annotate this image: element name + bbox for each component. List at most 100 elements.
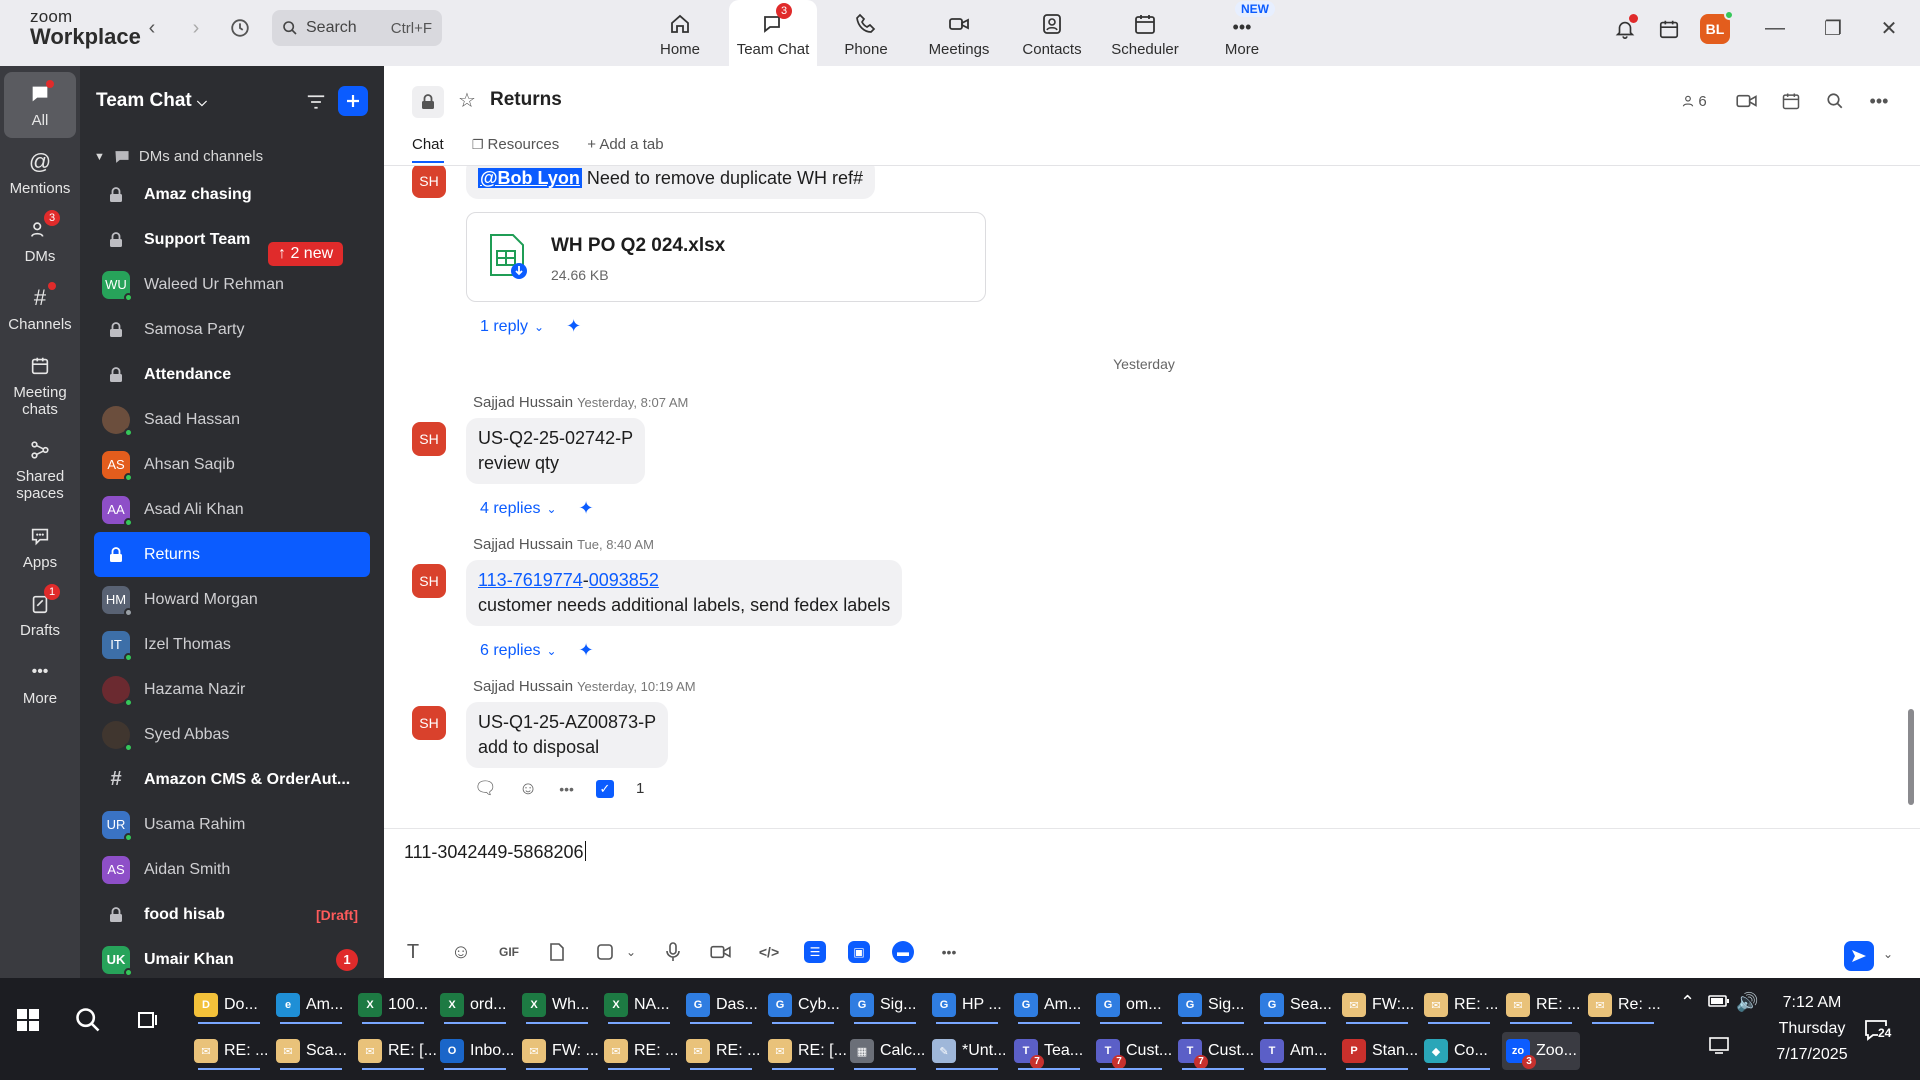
search-box[interactable]: Search Ctrl+F	[272, 10, 442, 46]
taskbar-app[interactable]: ✉ Re: ...	[1584, 986, 1662, 1024]
tab-chat[interactable]: Chat	[412, 136, 444, 163]
sidebar-item[interactable]: IT Izel Thomas	[94, 622, 370, 667]
system-clock[interactable]: 7:12 AM Thursday 7/17/2025	[1762, 990, 1862, 1068]
order-link[interactable]: 0093852	[589, 570, 659, 590]
add-reaction-icon[interactable]: ☺	[519, 778, 537, 799]
taskbar-app[interactable]: X Wh...	[518, 986, 596, 1024]
search-icon[interactable]	[1820, 86, 1850, 116]
emoji-icon[interactable]: ☺	[448, 939, 474, 965]
rail-meeting-chats[interactable]: Meeting chats	[4, 352, 76, 419]
task-view-icon[interactable]	[136, 1008, 160, 1037]
section-dms-and-channels[interactable]: ▼ DMs and channels	[94, 148, 263, 165]
send-button[interactable]	[1844, 941, 1874, 971]
members-button[interactable]: 6	[1674, 86, 1714, 116]
notification-center-icon[interactable]: 24	[1864, 1018, 1892, 1047]
taskbar-app[interactable]: P Stan...	[1338, 1032, 1418, 1070]
sidebar-item[interactable]: Samosa Party	[94, 307, 370, 352]
taskbar-app[interactable]: G Sig...	[846, 986, 924, 1024]
message-bubble[interactable]: 113-7619774-0093852 customer needs addit…	[466, 560, 903, 627]
taskbar-app[interactable]: T 7 Cust...	[1174, 1032, 1254, 1070]
ai-sparkle-icon[interactable]: ✦	[566, 316, 581, 337]
sidebar-item[interactable]: Saad Hassan	[94, 397, 370, 442]
app-shortcut-icon[interactable]: ▬	[892, 941, 914, 963]
sidebar-item[interactable]: Attendance	[94, 352, 370, 397]
taskbar-app[interactable]: G Am...	[1010, 986, 1088, 1024]
taskbar-app[interactable]: T 7 Tea...	[1010, 1032, 1088, 1070]
taskbar-app[interactable]: G Cyb...	[764, 986, 842, 1024]
taskbar-app[interactable]: O Inbo...	[436, 1032, 514, 1070]
sidebar-item[interactable]: # Amazon CMS & OrderAut...	[94, 757, 370, 802]
taskbar-app[interactable]: e Am...	[272, 986, 350, 1024]
new-messages-pill[interactable]: ↑ 2 new	[268, 242, 344, 266]
sidebar-item[interactable]: food hisab [Draft]	[94, 892, 370, 937]
sidebar-item[interactable]: AA Asad Ali Khan	[94, 487, 370, 532]
more-options-icon[interactable]: •••	[559, 781, 574, 797]
tab-resources[interactable]: ❐ Resources	[472, 136, 560, 163]
rail-shared-spaces[interactable]: Shared spaces	[4, 436, 76, 503]
filter-icon[interactable]	[302, 88, 330, 116]
taskbar-app[interactable]: T 7 Cust...	[1092, 1032, 1172, 1070]
send-options-chevron-icon[interactable]: ⌄	[1880, 941, 1896, 967]
nav-contacts[interactable]: Contacts	[1008, 0, 1096, 66]
reaction-chip[interactable]: ✓ 1	[595, 779, 666, 798]
sidebar-item[interactable]: AS Aidan Smith	[94, 847, 370, 892]
back-arrow-icon[interactable]: ‹	[138, 14, 166, 42]
author-name[interactable]: Sajjad Hussain	[473, 394, 573, 411]
avatar[interactable]: SH	[412, 422, 446, 456]
taskbar-app[interactable]: G Sea...	[1256, 986, 1334, 1024]
tab-add[interactable]: + Add a tab	[587, 136, 663, 163]
calendar-icon[interactable]	[1776, 86, 1806, 116]
ai-sparkle-icon[interactable]: ✦	[579, 640, 594, 661]
taskbar-search-icon[interactable]	[74, 1006, 102, 1039]
avatar[interactable]: SH	[412, 564, 446, 598]
new-chat-button[interactable]	[338, 86, 368, 116]
sidebar-title[interactable]: Team Chat ⌵	[96, 90, 207, 112]
taskbar-app[interactable]: G Das...	[682, 986, 760, 1024]
history-icon[interactable]	[226, 14, 254, 42]
sidebar-item[interactable]: HM Howard Morgan	[94, 577, 370, 622]
nav-team-chat[interactable]: 3 Team Chat	[729, 0, 817, 66]
nav-scheduler[interactable]: Scheduler	[1101, 0, 1189, 66]
microphone-icon[interactable]	[660, 939, 686, 965]
taskbar-app[interactable]: X 100...	[354, 986, 432, 1024]
message-bubble[interactable]: @Bob Lyon Need to remove duplicate WH re…	[466, 166, 876, 200]
profile-avatar[interactable]: BL	[1700, 10, 1734, 44]
taskbar-app[interactable]: ✉ RE: [...	[764, 1032, 847, 1070]
sidebar-item[interactable]: WU Waleed Ur Rehman	[94, 262, 370, 307]
rail-all[interactable]: All	[4, 72, 76, 138]
nav-more[interactable]: NEW ••• More	[1198, 0, 1286, 66]
taskbar-app[interactable]: G Sig...	[1174, 986, 1252, 1024]
taskbar-app[interactable]: ✉ RE: ...	[190, 1032, 268, 1070]
sidebar-item[interactable]: Amaz chasing	[94, 172, 370, 217]
avatar[interactable]: SH	[412, 706, 446, 740]
nav-phone[interactable]: Phone	[822, 0, 910, 66]
windows-start-icon[interactable]	[16, 1008, 40, 1032]
sidebar-item[interactable]: Syed Abbas	[94, 712, 370, 757]
nav-home[interactable]: Home	[636, 0, 724, 66]
message-bubble[interactable]: US-Q1-25-AZ00873-P add to disposal	[466, 702, 669, 769]
replies-link[interactable]: 1 reply ⌄ ✦	[480, 316, 581, 337]
taskbar-app[interactable]: G HP ...	[928, 986, 1006, 1024]
replies-link[interactable]: 6 replies ⌄ ✦	[480, 640, 594, 661]
rail-more[interactable]: ••• More	[4, 658, 76, 707]
forward-arrow-icon[interactable]: ›	[182, 14, 210, 42]
replies-link[interactable]: 4 replies ⌄ ✦	[480, 498, 594, 519]
gif-button[interactable]: GIF	[496, 939, 522, 965]
rail-mentions[interactable]: @ Mentions	[4, 148, 76, 197]
more-options-icon[interactable]: •••	[936, 939, 962, 965]
star-icon[interactable]: ☆	[458, 88, 476, 113]
rail-channels[interactable]: # Channels	[4, 282, 76, 333]
mention-link[interactable]: @Bob Lyon	[478, 168, 582, 188]
nav-meetings[interactable]: Meetings	[915, 0, 1003, 66]
sidebar-item[interactable]: AS Ahsan Saqib	[94, 442, 370, 487]
taskbar-app[interactable]: Gom...	[1092, 986, 1170, 1024]
taskbar-app[interactable]: ✉ RE: [...	[354, 1032, 437, 1070]
taskbar-app[interactable]: ✉ RE: ...	[1502, 986, 1580, 1024]
taskbar-app[interactable]: Xord...	[436, 986, 514, 1024]
video-message-icon[interactable]	[708, 939, 734, 965]
rail-apps[interactable]: Apps	[4, 522, 76, 571]
network-icon[interactable]	[1708, 1036, 1730, 1059]
reply-icon[interactable]: 🗨	[474, 778, 497, 799]
battery-icon[interactable]	[1708, 994, 1730, 1013]
sidebar-item[interactable]: Hazama Nazir	[94, 667, 370, 712]
